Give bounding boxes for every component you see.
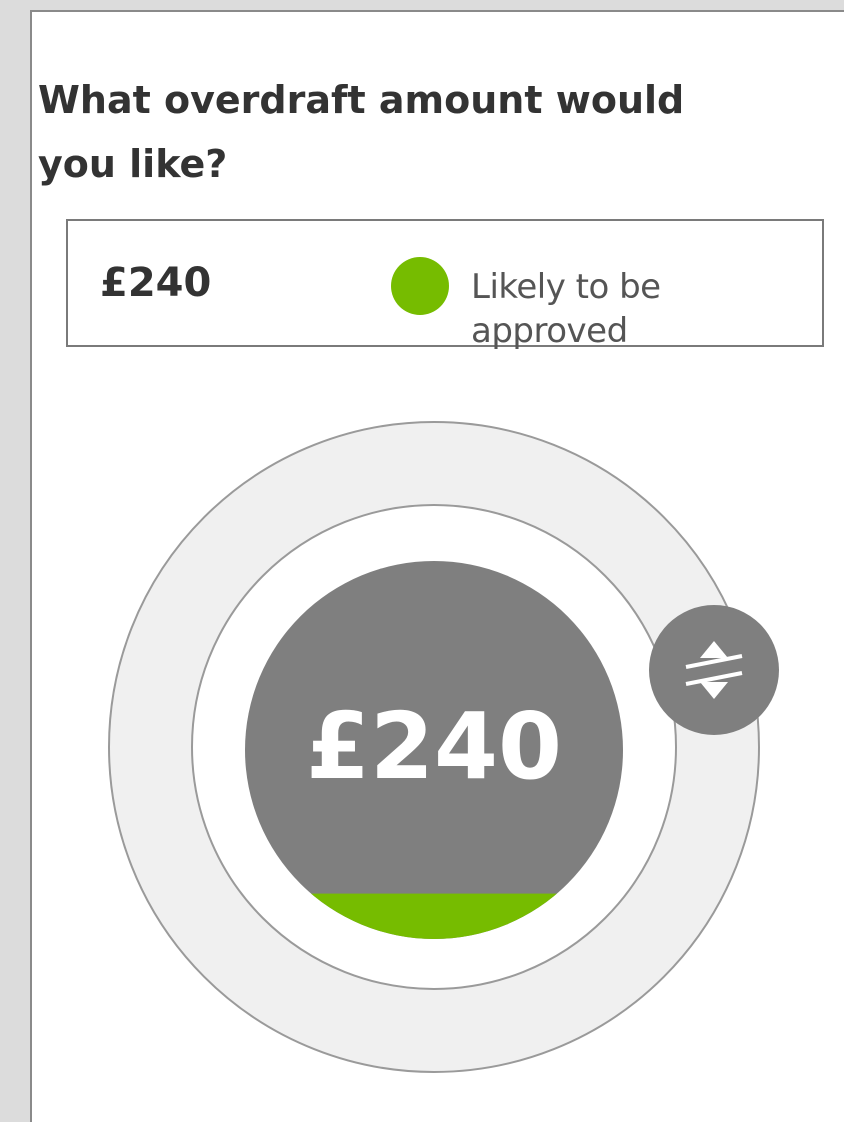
dial-amount-label: £240 [305,693,563,800]
amount-dial [108,421,779,1073]
dial-drag-handle[interactable] [649,605,779,735]
